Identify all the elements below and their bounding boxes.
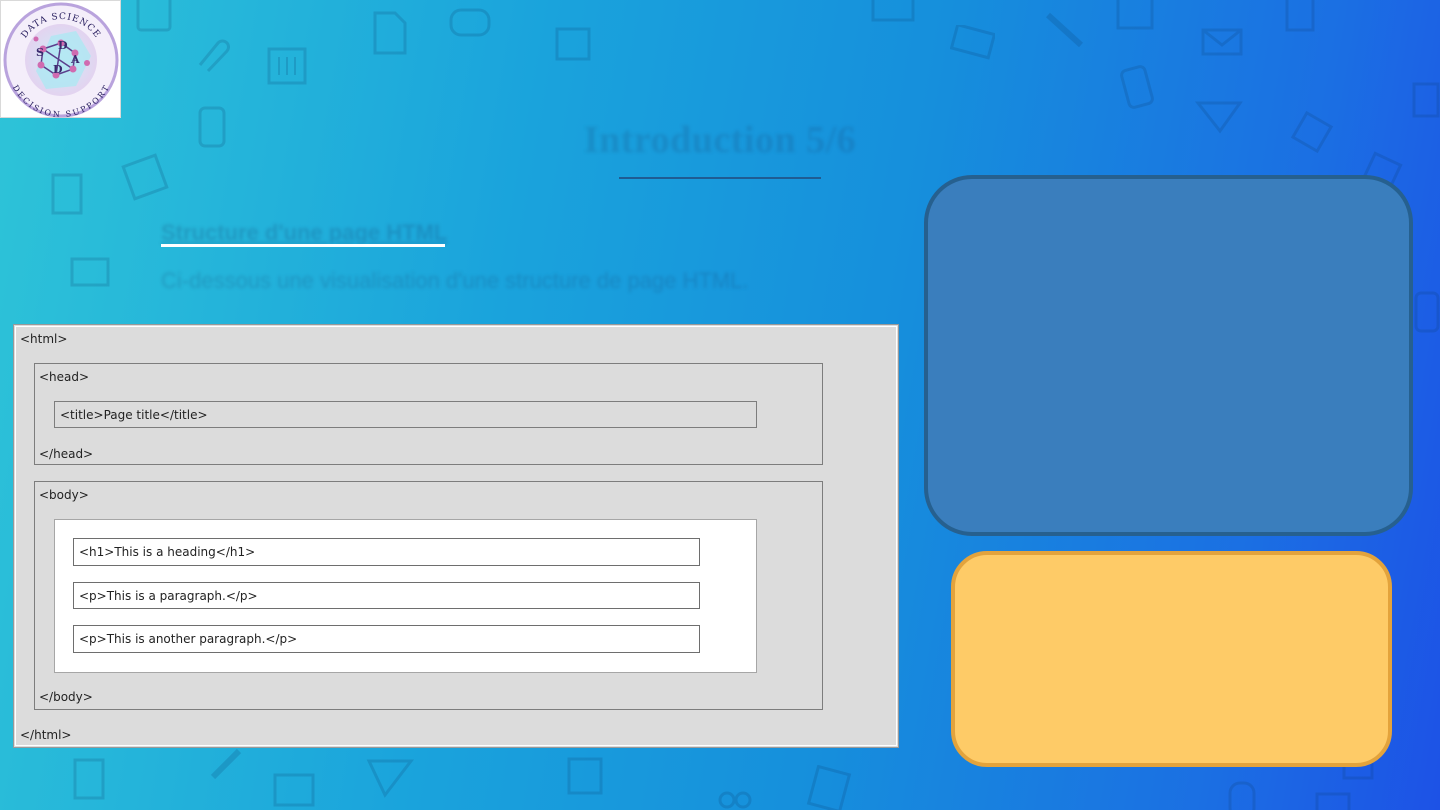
title-underline [619, 177, 821, 179]
slide-subtitle: Structure d'une page HTML [161, 220, 448, 245]
marker-icon [1045, 12, 1084, 48]
title-block: <title>Page title</title> [54, 401, 757, 428]
wallet-icon [555, 27, 591, 61]
mouse-icon [449, 8, 491, 37]
subtitle-underline [161, 244, 445, 247]
slide-description: Ci-dessous une visualisation d'une struc… [161, 268, 749, 293]
slide-title: Introduction 5/6 [583, 119, 857, 161]
body-content-block: <h1>This is a heading</h1> <p>This is a … [54, 519, 757, 673]
scissors-icon [718, 791, 752, 809]
p2-tag-line: <p>This is another paragraph.</p> [79, 632, 298, 646]
p1-tag-line: <p>This is a paragraph.</p> [79, 589, 258, 603]
head-open-tag: <head> [39, 370, 90, 384]
notebook-icon [267, 47, 307, 85]
mail-icon [1201, 28, 1243, 56]
paperclip-icon [198, 39, 230, 73]
h1-tag-line: <h1>This is a heading</h1> [79, 545, 256, 559]
body-block: <body> <h1>This is a heading</h1> <p>Thi… [34, 481, 823, 710]
logo-letter-s: S [36, 46, 44, 59]
list-doc-icon [806, 765, 852, 810]
html-structure-diagram: <html> <head> <title>Page title</title> … [13, 324, 899, 748]
wallet-bottom-icon [273, 773, 315, 807]
logo: S D D A DATA SCIENCE DECISION SUPPORT [0, 0, 121, 119]
title-tag-line: <title>Page title</title> [60, 408, 208, 422]
note-bottom-icon [1315, 792, 1351, 810]
data-science-logo-icon: S D D A DATA SCIENCE DECISION SUPPORT [3, 2, 119, 119]
paragraph-block-2: <p>This is another paragraph.</p> [73, 625, 700, 653]
h1-block: <h1>This is a heading</h1> [73, 538, 700, 566]
mobile-icon [1120, 65, 1154, 109]
ruler-bottom-icon [366, 759, 415, 798]
logo-letter-d2: D [53, 63, 63, 76]
notebook-bottom-icon [73, 758, 105, 800]
head-block: <head> <title>Page title</title> </head> [34, 363, 823, 465]
html-close-tag: </html> [20, 728, 72, 742]
mouse-bottom-icon [1228, 781, 1256, 810]
logo-letter-a: A [70, 53, 80, 66]
folder-icon [871, 0, 915, 22]
head-close-tag: </head> [39, 447, 94, 461]
picture-icon [1116, 0, 1154, 30]
book-icon [51, 173, 83, 215]
blue-rounded-card [924, 175, 1413, 536]
paragraph-block-1: <p>This is a paragraph.</p> [73, 582, 700, 609]
card-icon [950, 25, 995, 60]
note-icon [136, 0, 172, 32]
tablet-icon [70, 257, 110, 287]
sticky-note-icon [567, 757, 603, 795]
body-close-tag: </body> [39, 690, 93, 704]
yellow-rounded-card [951, 551, 1392, 767]
html-open-tag: <html> [20, 332, 68, 346]
body-open-tag: <body> [39, 488, 89, 502]
highlighter-icon [210, 748, 242, 780]
clipboard-icon [1412, 82, 1440, 118]
logo-letter-d1: D [58, 39, 68, 52]
file-icon [373, 11, 407, 55]
door-icon [1285, 0, 1315, 32]
edge-phone-icon [1414, 291, 1440, 333]
